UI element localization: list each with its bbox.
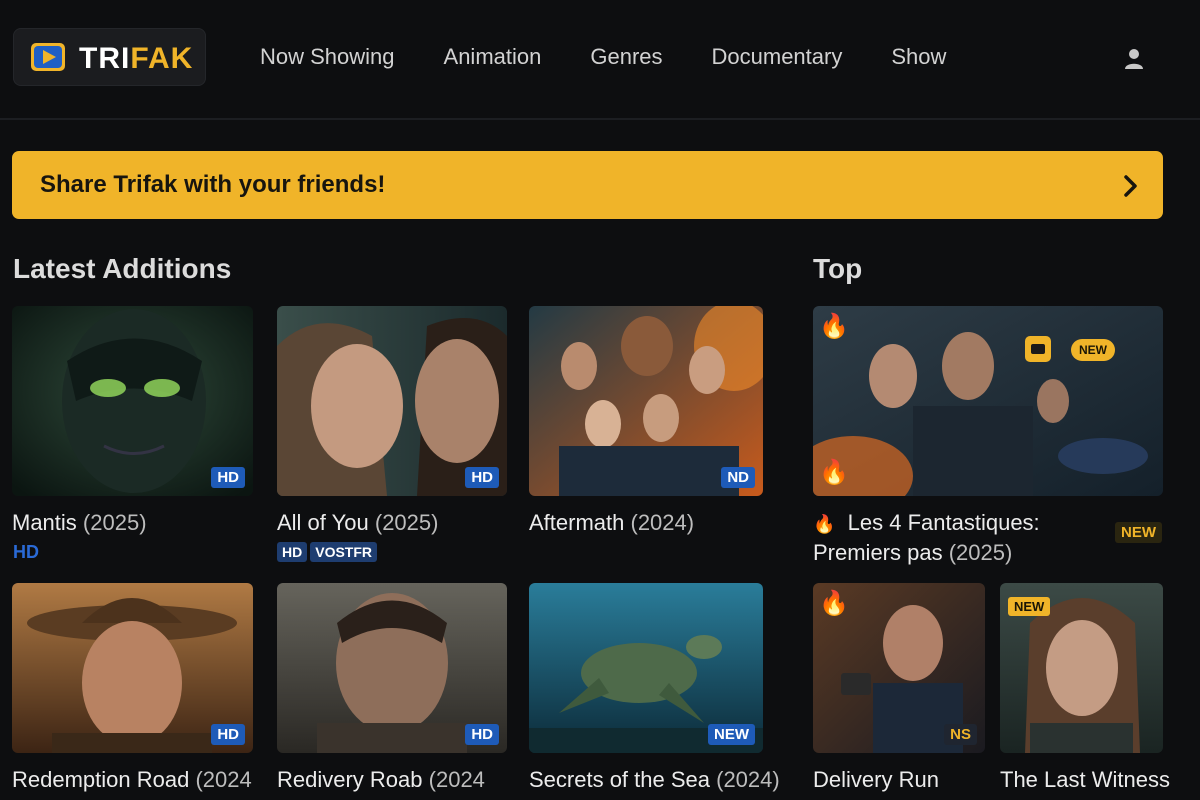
logo-text: TRIFAK — [79, 42, 193, 76]
quality-badge: NS — [944, 724, 977, 745]
share-banner-text: Share Trifak with your friends! — [40, 171, 386, 198]
main-nav: Now Showing Animation Genres Documentary… — [260, 44, 995, 70]
card-title: Aftermath (2024) — [529, 510, 694, 536]
fire-icon: 🔥 — [813, 514, 836, 534]
quality-badge: HD — [211, 724, 245, 745]
logo-text-part1: TRI — [79, 42, 131, 75]
card-title-text: Aftermath — [529, 510, 625, 535]
user-icon[interactable] — [1122, 47, 1146, 71]
nav-genres[interactable]: Genres — [590, 44, 662, 70]
play-icon — [31, 43, 65, 71]
card-title-text: Secrets of the Sea — [529, 767, 710, 792]
fire-icon: 🔥 — [819, 313, 849, 340]
poster-redemption-road[interactable]: HD — [12, 583, 253, 753]
fire-icon: 🔥 — [819, 459, 849, 486]
card-year: (2024) — [630, 510, 695, 535]
tag-vostfr: VOSTFR — [310, 542, 378, 562]
poster-secrets-of-the-sea[interactable]: NEW — [529, 583, 763, 753]
poster-redivery-roab[interactable]: HD — [277, 583, 507, 753]
poster-les-4-fantastiques[interactable]: 🔥 🔥 NEW — [813, 306, 1163, 496]
card-title-text: Redivery Roab — [277, 767, 423, 792]
new-badge: NEW — [1008, 597, 1051, 616]
card-year: (2025) — [82, 510, 147, 535]
logo[interactable]: TRIFAK — [13, 28, 206, 86]
poster-aftermath[interactable]: ND — [529, 306, 763, 496]
card-title: The Last Witness — [1000, 767, 1170, 792]
card-title: All of You (2025) — [277, 510, 438, 536]
tag-list: HD VOSTFR — [277, 542, 380, 562]
quality-badge: ND — [721, 467, 755, 488]
latest-additions-heading: Latest Additions — [13, 253, 232, 284]
new-badge: NEW — [1071, 339, 1115, 361]
header: TRIFAK Now Showing Animation Genres Docu… — [0, 0, 1200, 120]
nav-documentary[interactable]: Documentary — [712, 44, 843, 70]
card-title: Secrets of the Sea (2024) — [529, 767, 780, 793]
card-title-text: Mantis — [12, 510, 77, 535]
poster-mantis[interactable]: HD — [12, 306, 253, 496]
card-title-line1: Les 4 Fantastiques: — [847, 510, 1040, 535]
chevron-right-icon — [1124, 175, 1137, 197]
card-year: (2024) — [716, 767, 780, 792]
card-year: (2024 — [195, 767, 252, 792]
quality-badge: NEW — [708, 724, 755, 745]
card-year: (2024 — [428, 767, 485, 792]
top-heading: Top — [813, 253, 863, 284]
card-title: Redivery Roab (2024 — [277, 767, 485, 793]
quality-badge: HD — [465, 467, 499, 488]
share-banner[interactable]: Share Trifak with your friends! — [12, 151, 1163, 219]
fire-icon: 🔥 — [819, 590, 849, 617]
card-title: Redemption Road (2024 — [12, 767, 252, 793]
nav-show[interactable]: Show — [891, 44, 946, 70]
card-title-text: All of You — [277, 510, 369, 535]
poster-the-last-witness[interactable]: NEW — [1000, 583, 1163, 753]
card-title-2: Premiers pas (2025) — [813, 540, 1012, 566]
new-badge: NEW — [1115, 522, 1162, 543]
card-title: 🔥 Les 4 Fantastiques: — [813, 510, 1040, 536]
nav-now-showing[interactable]: Now Showing — [260, 44, 395, 70]
quality-badge: HD — [465, 724, 499, 745]
card-year: (2025) — [374, 510, 439, 535]
poster-delivery-run[interactable]: 🔥 NS — [813, 583, 985, 753]
poster-all-of-you[interactable]: HD — [277, 306, 507, 496]
card-title-text: Redemption Road — [12, 767, 190, 792]
card-title: Delivery Run — [813, 767, 939, 792]
nav-animation[interactable]: Animation — [444, 44, 542, 70]
card-title-line2: Premiers pas — [813, 540, 943, 565]
logo-text-part2: FAK — [130, 42, 194, 75]
tag-hd: HD — [13, 542, 39, 562]
card-title: Mantis (2025) — [12, 510, 147, 536]
quality-badge: HD — [211, 467, 245, 488]
card-year: (2025) — [948, 540, 1013, 565]
tag-hd: HD — [277, 542, 308, 562]
